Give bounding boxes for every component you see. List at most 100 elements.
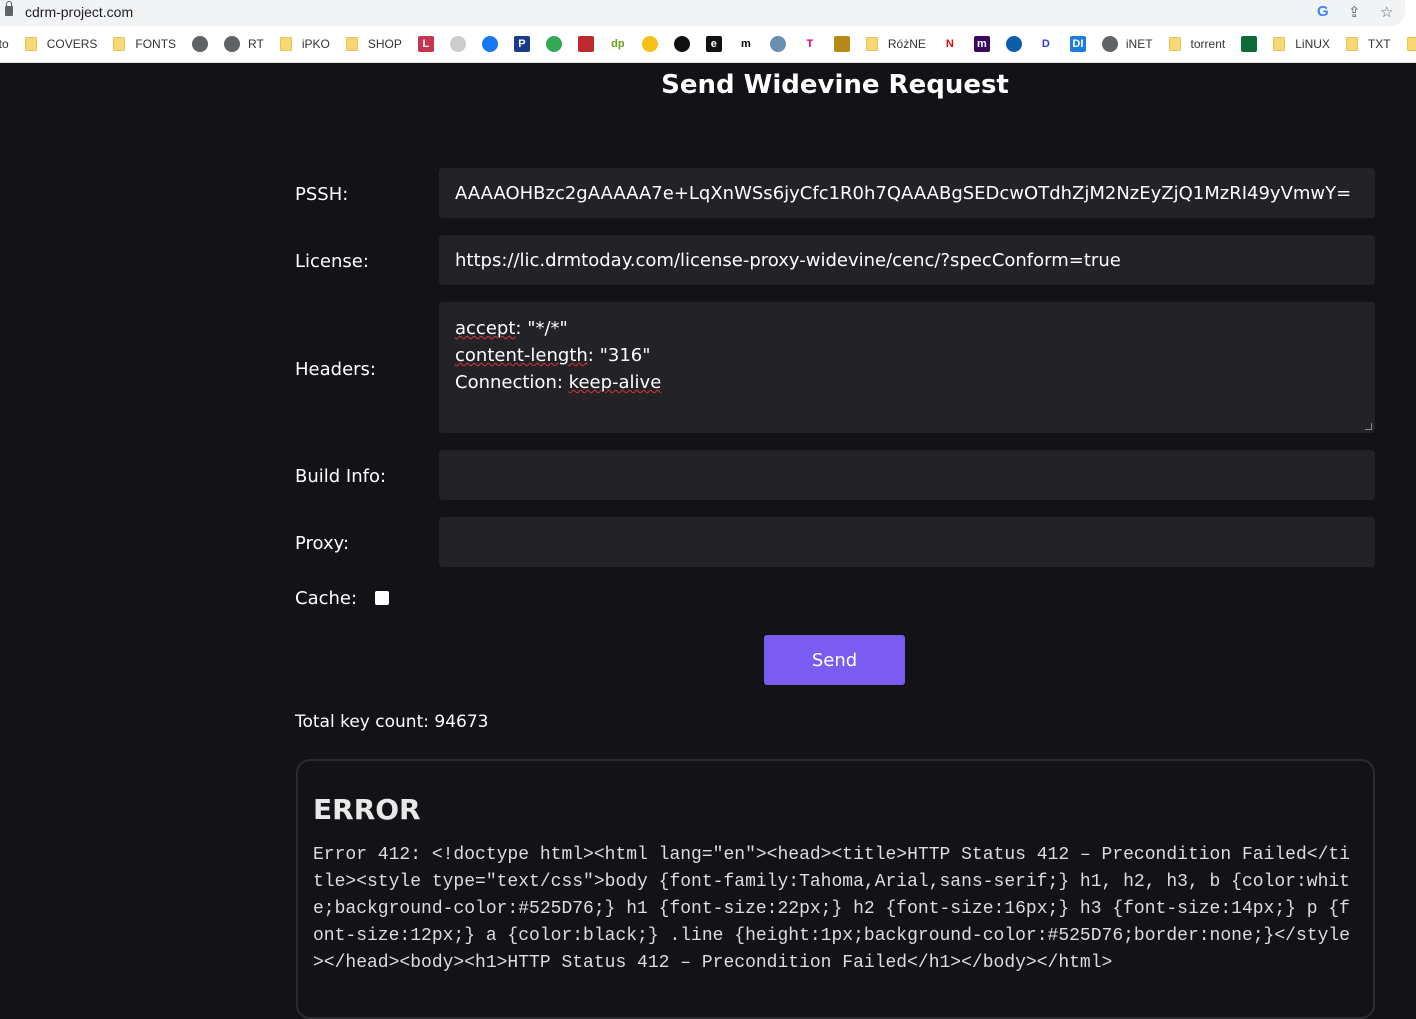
bookmarks-bar: otoCOVERSFONTSRTiPKOSHOPLPdpemTRóżNENmDD… (0, 33, 1416, 55)
send-button[interactable]: Send (764, 635, 905, 685)
folder-icon (113, 37, 126, 51)
favicon-icon (673, 36, 690, 52)
headers-textarea[interactable]: accept: "*/*" content-length: "316" Conn… (439, 302, 1375, 433)
address-bar[interactable]: cdrm-project.com G ⇪ ☆ (0, 0, 1405, 26)
favicon-icon (641, 36, 658, 52)
bookmark-item[interactable]: m (973, 36, 990, 52)
globe-icon (1101, 36, 1118, 52)
header-line: accept: "*/*" (455, 318, 568, 339)
favicon-icon: P (513, 36, 530, 52)
folder-icon (1273, 37, 1286, 51)
header-line: Connection: keep-alive (455, 372, 662, 393)
favicon-icon: N (941, 36, 958, 52)
folder-icon (24, 37, 37, 51)
bookmark-label: SHOP (367, 37, 402, 51)
favicon-icon: m (737, 36, 754, 52)
bookmark-item[interactable]: iPKO (279, 37, 330, 51)
bookmark-item[interactable] (192, 36, 209, 52)
bookmark-label: COVERS (46, 37, 98, 51)
bookmark-label: FONTS (135, 37, 177, 51)
bookmark-item[interactable] (545, 36, 562, 52)
bookmark-item[interactable]: LiNUX (1273, 37, 1330, 51)
bookmark-item[interactable]: DI (1069, 36, 1086, 52)
favicon-icon: dp (609, 36, 626, 52)
favicon-icon (577, 36, 594, 52)
bookmark-label: RT (248, 37, 264, 51)
bookmark-item[interactable] (577, 36, 594, 52)
bookmark-item[interactable]: N (941, 36, 958, 52)
globe-icon (192, 36, 209, 52)
favicon-icon (769, 36, 786, 52)
error-panel: ERROR Error 412: <!doctype html><html la… (296, 759, 1375, 1019)
favicon-icon: e (705, 36, 722, 52)
favicon-icon (449, 36, 466, 52)
resize-handle[interactable] (1365, 423, 1372, 430)
license-label: License: (295, 251, 369, 272)
bookmark-label: iNET (1125, 37, 1153, 51)
favicon-icon (1005, 36, 1022, 52)
folder-icon (865, 37, 878, 51)
bookmark-item[interactable] (1241, 36, 1258, 52)
bookmark-item[interactable]: torrent (1168, 37, 1226, 51)
favicon-icon: DI (1069, 36, 1086, 52)
star-icon[interactable]: ☆ (1380, 3, 1393, 21)
bookmark-item[interactable]: dp (609, 36, 626, 52)
favicon-icon: L (417, 36, 434, 52)
proxy-input[interactable] (439, 517, 1375, 567)
folder-icon (279, 37, 292, 51)
pssh-label: PSSH: (295, 184, 349, 205)
globe-icon (224, 36, 241, 52)
bookmark-item[interactable]: oto (0, 37, 9, 51)
folder-icon (345, 37, 358, 51)
header-line: content-length: "316" (455, 345, 651, 366)
total-key-count: Total key count: 94673 (295, 712, 489, 732)
bookmark-label: TXT (1367, 37, 1391, 51)
bookmark-item[interactable]: FONTS (113, 37, 176, 51)
headers-label: Headers: (295, 359, 376, 380)
folder-icon (1406, 37, 1416, 51)
favicon-icon (833, 36, 850, 52)
cache-label: Cache: (295, 588, 358, 609)
bookmark-item[interactable]: RóżNE (865, 37, 926, 51)
bookmark-item[interactable]: m (737, 36, 754, 52)
cache-checkbox[interactable] (375, 591, 389, 605)
bookmark-item[interactable] (673, 36, 690, 52)
url-text[interactable]: cdrm-project.com (25, 4, 133, 20)
bookmark-item[interactable]: COVERS (24, 37, 98, 51)
key-count-value: 94673 (434, 712, 489, 732)
lock-icon[interactable] (5, 1, 13, 16)
bookmark-item[interactable]: TXT (1345, 37, 1391, 51)
google-icon[interactable]: G (1317, 3, 1329, 20)
bookmark-label: iPKO (301, 37, 330, 51)
bookmark-item[interactable] (449, 36, 466, 52)
bookmark-item[interactable]: SHOP (345, 37, 402, 51)
favicon-icon: T (801, 36, 818, 52)
favicon-icon: m (973, 36, 990, 52)
pssh-input[interactable]: AAAAOHBzc2gAAAAA7e+LqXnWSs6jyCfc1R0h7QAA… (439, 168, 1375, 218)
bookmark-item[interactable]: iNET (1101, 36, 1153, 52)
bookmark-item[interactable] (481, 36, 498, 52)
favicon-icon (1241, 36, 1258, 52)
bookmark-item[interactable] (1005, 36, 1022, 52)
build-info-input[interactable] (439, 450, 1375, 500)
folder-icon (1345, 37, 1358, 51)
bookmark-item[interactable]: T (801, 36, 818, 52)
license-input[interactable]: https://lic.drmtoday.com/license-proxy-w… (439, 235, 1375, 285)
error-title: ERROR (313, 793, 421, 826)
share-icon[interactable]: ⇪ (1348, 3, 1361, 21)
bookmark-item[interactable] (769, 36, 786, 52)
bookmark-label: torrent (1190, 37, 1226, 51)
bookmark-item[interactable] (641, 36, 658, 52)
bookmark-item[interactable]: L (417, 36, 434, 52)
bookmark-item[interactable]: RT (224, 36, 264, 52)
bookmark-item[interactable]: e (705, 36, 722, 52)
bookmark-item[interactable]: D (1037, 36, 1054, 52)
bookmark-label: oto (0, 37, 9, 51)
favicon-icon (545, 36, 562, 52)
bookmark-item[interactable]: P (513, 36, 530, 52)
bookmark-item[interactable] (833, 36, 850, 52)
bookmark-item[interactable] (1406, 37, 1416, 51)
build-info-label: Build Info: (295, 466, 387, 487)
favicon-icon: D (1037, 36, 1054, 52)
browser-chrome: cdrm-project.com G ⇪ ☆ oto COVERS FONTS RT i… (0, 0, 1416, 63)
